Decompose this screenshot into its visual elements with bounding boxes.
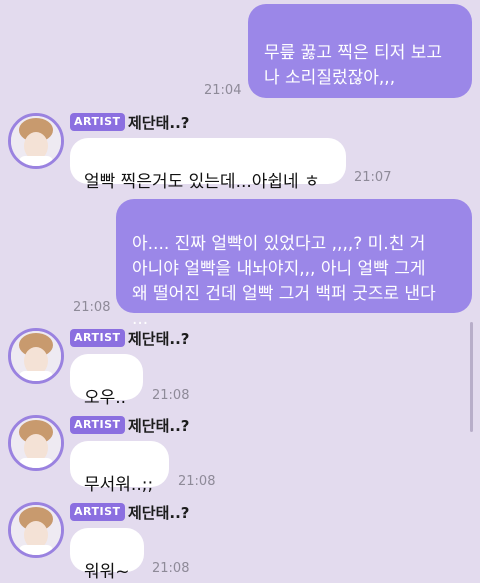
outgoing-message-bubble[interactable]: 무릎 꿇고 찍은 티저 보고 나 소리질렀잖아,,, — [248, 4, 472, 98]
message-time: 21:08 — [73, 300, 111, 315]
message-text: 오우.. — [84, 388, 127, 408]
avatar-image — [11, 116, 61, 166]
artist-avatar-icon[interactable] — [8, 113, 64, 169]
message-text: 무릎 꿇고 찍은 티저 보고 나 소리질렀잖아,,, — [264, 43, 443, 88]
incoming-message-bubble[interactable]: 워워~ — [70, 528, 144, 582]
artist-avatar-icon[interactable] — [8, 328, 64, 384]
artist-badge: ARTIST — [70, 416, 125, 434]
sender-name[interactable]: 제단태..? — [128, 415, 190, 436]
incoming-message-bubble[interactable]: 얼빡 찍은거도 있는데...아쉽네 ㅎ — [70, 138, 346, 192]
message-time: 21:07 — [354, 170, 392, 185]
incoming-message-bubble[interactable]: 오우.. — [70, 354, 143, 408]
message-time: 21:04 — [204, 83, 242, 98]
artist-avatar-icon[interactable] — [8, 502, 64, 558]
artist-badge: ARTIST — [70, 113, 125, 131]
message-text: 얼빡 찍은거도 있는데...아쉽네 ㅎ — [84, 172, 320, 192]
message-text: 워워~ — [84, 562, 130, 582]
message-time: 21:08 — [178, 474, 216, 489]
sender-name[interactable]: 제단태..? — [128, 328, 190, 349]
incoming-message-bubble[interactable]: 무서워..;; — [70, 441, 169, 495]
scrollbar[interactable] — [470, 322, 473, 432]
message-text: 무서워..;; — [84, 475, 154, 495]
message-time: 21:08 — [152, 561, 190, 576]
artist-avatar-icon[interactable] — [8, 415, 64, 471]
message-text: 아.... 진짜 얼빡이 있었다고 ,,,,? 미.친 거 아니야 얼빡을 내놔… — [132, 234, 436, 329]
message-time: 21:08 — [152, 388, 190, 403]
avatar-image — [11, 331, 61, 381]
sender-name[interactable]: 제단태..? — [128, 502, 190, 523]
sender-name[interactable]: 제단태..? — [128, 112, 190, 133]
avatar-image — [11, 505, 61, 555]
artist-badge: ARTIST — [70, 503, 125, 521]
artist-badge: ARTIST — [70, 329, 125, 347]
outgoing-message-bubble[interactable]: 아.... 진짜 얼빡이 있었다고 ,,,,? 미.친 거 아니야 얼빡을 내놔… — [116, 199, 472, 329]
avatar-image — [11, 418, 61, 468]
